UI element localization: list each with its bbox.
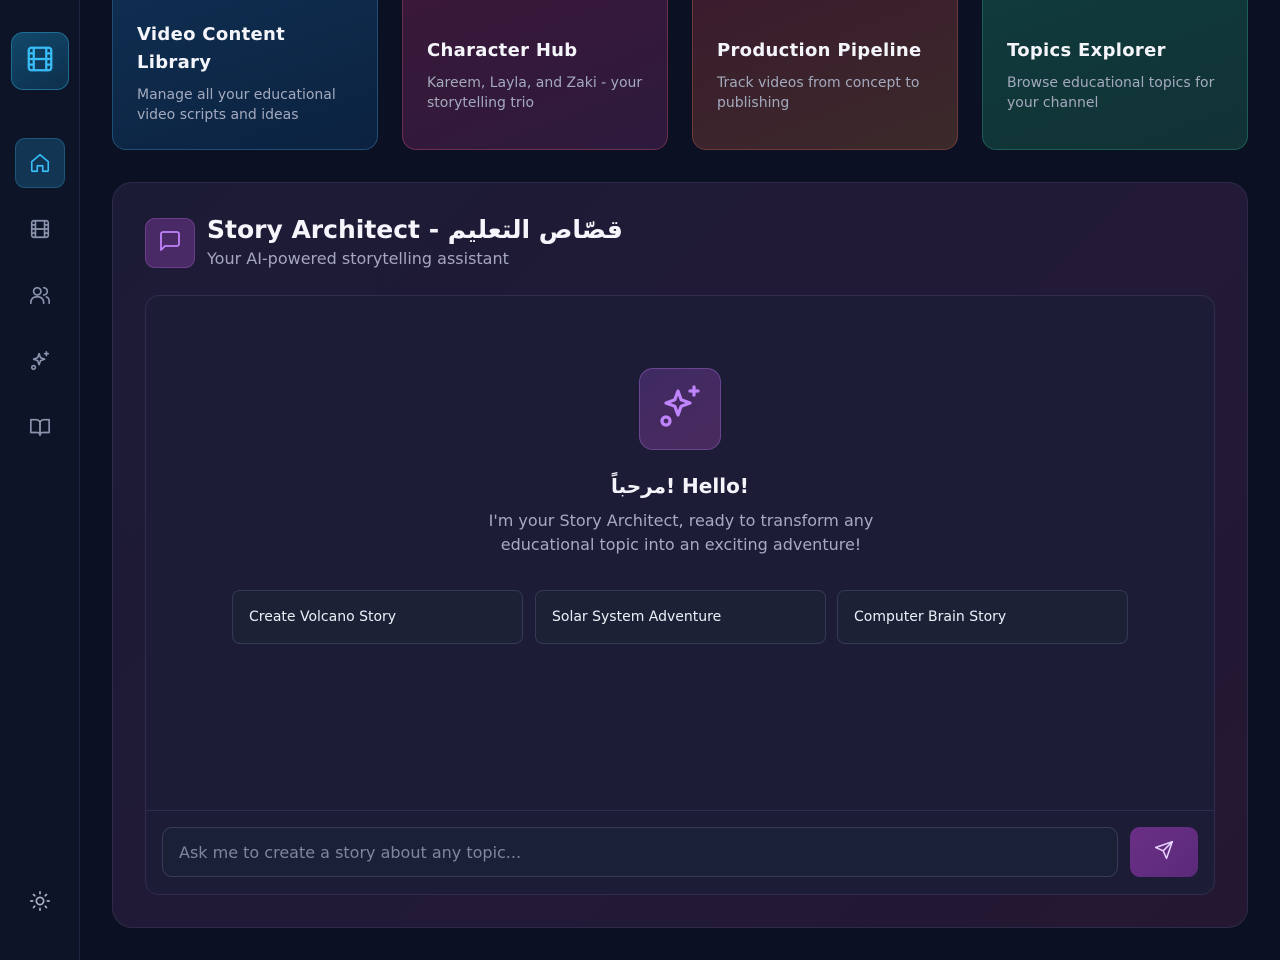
nav-characters[interactable] (15, 270, 65, 320)
chat-input-placeholder: Ask me to create a story about any topic… (179, 842, 522, 862)
card-title: Video Content Library (137, 24, 286, 73)
nav-videos[interactable] (15, 204, 65, 254)
card-video-library[interactable]: Video Content Library Manage all your ed… (112, 0, 378, 150)
card-description: Kareem, Layla, and Zaki - your storytell… (427, 75, 643, 111)
card-description: Track videos from concept to publishing (717, 75, 920, 111)
panel-title: Story Architect - قصّاص التعليم (207, 215, 623, 244)
card-title: Character Hub (427, 40, 578, 61)
input-bar: Ask me to create a story about any topic… (146, 810, 1214, 894)
panel-subtitle: Your AI-powered storytelling assistant (207, 249, 509, 268)
film-icon (29, 218, 51, 240)
sidebar (0, 0, 80, 960)
sparkles-icon (656, 383, 704, 435)
film-icon (25, 44, 55, 78)
chat-input[interactable]: Ask me to create a story about any topic… (162, 827, 1118, 877)
intro-text: I'm your Story Architect, ready to trans… (488, 511, 874, 554)
card-character-hub[interactable]: Character Hub Kareem, Layla, and Zaki - … (402, 0, 668, 150)
suggestion-computer-brain[interactable]: Computer Brain Story (837, 590, 1128, 644)
send-button[interactable] (1130, 827, 1198, 877)
card-title: Production Pipeline (717, 40, 922, 61)
nav-home[interactable] (15, 138, 65, 188)
chat-area: مرحباً! Hello! I'm your Story Architect,… (145, 295, 1215, 895)
suggestion-volcano-story[interactable]: Create Volcano Story (232, 590, 523, 644)
message-square-icon (158, 229, 182, 257)
story-architect-panel: Story Architect - قصّاص التعليم Your AI-… (112, 182, 1248, 928)
theme-toggle-button[interactable] (15, 878, 65, 928)
app-logo[interactable] (11, 32, 69, 90)
card-production-pipeline[interactable]: Production Pipeline Track videos from co… (692, 0, 958, 150)
suggestion-label: Create Volcano Story (249, 609, 397, 625)
suggestion-label: Solar System Adventure (552, 609, 722, 625)
nav-topics[interactable] (15, 402, 65, 452)
suggestion-solar-system[interactable]: Solar System Adventure (535, 590, 826, 644)
hero-icon-box (639, 368, 721, 450)
sparkles-icon (29, 350, 51, 372)
card-description: Browse educational topics for your chann… (1007, 75, 1215, 111)
app: Video Content Library Manage all your ed… (0, 0, 1280, 960)
home-icon (29, 152, 51, 174)
book-icon (29, 416, 51, 438)
nav-ai[interactable] (15, 336, 65, 386)
users-icon (29, 284, 51, 306)
sun-icon (29, 890, 51, 916)
send-icon (1154, 840, 1174, 864)
card-description: Manage all your educational video script… (137, 87, 336, 123)
panel-icon (145, 218, 195, 268)
suggestion-label: Computer Brain Story (854, 609, 1007, 625)
greeting: مرحباً! Hello! (611, 474, 749, 498)
card-topics-explorer[interactable]: Topics Explorer Browse educational topic… (982, 0, 1248, 150)
card-title: Topics Explorer (1007, 40, 1166, 61)
